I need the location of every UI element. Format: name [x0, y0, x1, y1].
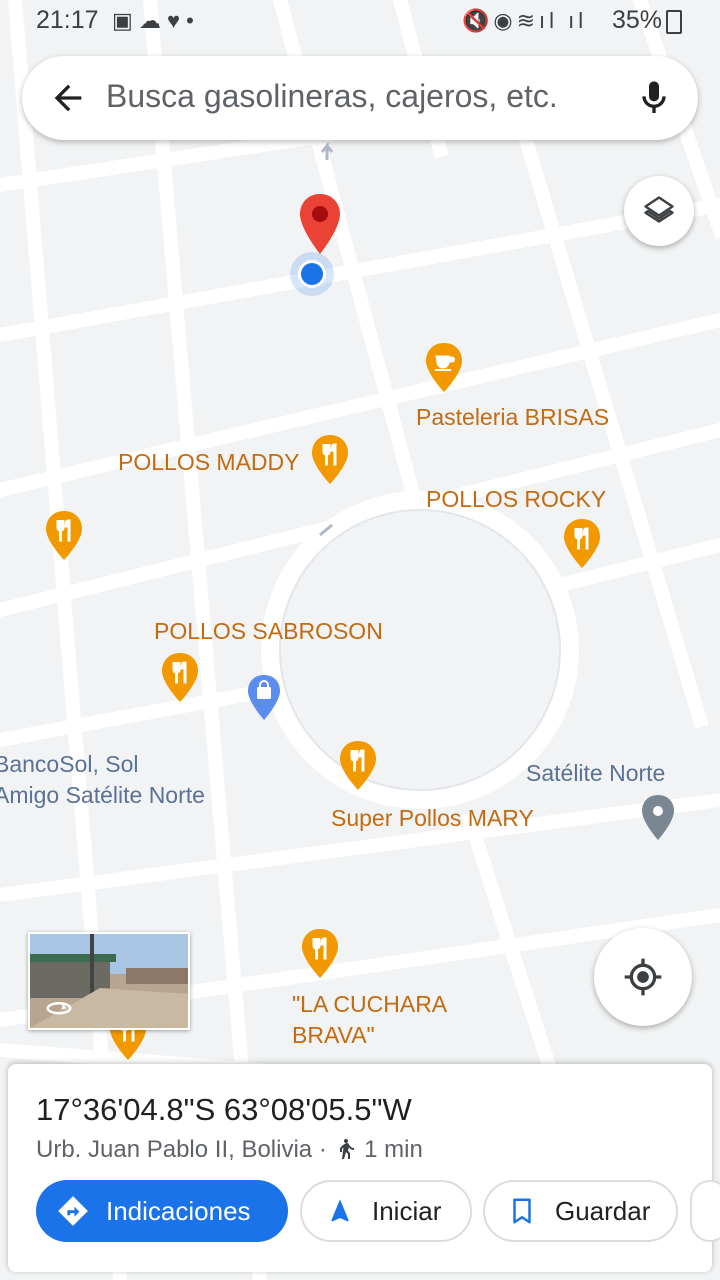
restaurant-icon[interactable] — [562, 518, 602, 570]
my-location-button[interactable] — [594, 928, 692, 1026]
restaurant-icon[interactable] — [160, 652, 200, 704]
place-label[interactable]: Satélite Norte — [526, 760, 665, 787]
poi-label[interactable]: BRAVA" — [292, 1022, 375, 1049]
search-input[interactable]: Busca gasolineras, cajeros, etc. — [106, 78, 558, 115]
dropped-pin-icon[interactable] — [296, 192, 344, 256]
current-location-dot — [290, 252, 334, 296]
navigation-arrow-icon — [331, 1199, 349, 1222]
crosshair-icon — [624, 958, 662, 996]
microphone-icon[interactable] — [634, 78, 674, 118]
restaurant-icon[interactable] — [310, 434, 350, 486]
separator-dot: · — [318, 1136, 334, 1163]
save-button[interactable]: Guardar — [483, 1180, 678, 1242]
restaurant-icon[interactable] — [338, 740, 378, 792]
back-arrow-icon[interactable] — [48, 78, 88, 118]
directions-button[interactable]: Indicaciones — [36, 1180, 288, 1242]
status-time: 21:17 — [36, 6, 99, 34]
directions-icon — [58, 1196, 88, 1226]
layers-button[interactable] — [624, 176, 694, 246]
poi-label[interactable]: POLLOS MADDY — [118, 449, 300, 476]
signal-icons: 🔇◉≋ıl ıl — [462, 8, 588, 33]
layers-icon — [644, 196, 674, 223]
restaurant-icon[interactable] — [44, 510, 84, 562]
more-actions-button[interactable] — [690, 1180, 720, 1242]
poi-label[interactable]: "LA CUCHARA — [292, 991, 447, 1018]
cafe-icon[interactable] — [424, 342, 464, 394]
bookmark-icon — [513, 1198, 531, 1224]
coordinates: 17°36'04.8"S 63°08'05.5"W — [36, 1092, 412, 1127]
shopping-bag-icon[interactable] — [246, 674, 282, 722]
start-label: Iniciar — [372, 1195, 442, 1226]
rotate-360-icon — [46, 1002, 72, 1015]
place-pin-icon[interactable] — [640, 794, 676, 842]
address: Urb. Juan Pablo II, Bolivia — [36, 1136, 313, 1163]
notification-icons: ▣ ☁ ♥ • — [112, 8, 194, 33]
directions-label: Indicaciones — [106, 1195, 251, 1226]
address-line: Urb. Juan Pablo II, Bolivia · 1 min — [36, 1136, 423, 1164]
battery-icon — [666, 10, 682, 34]
poi-label[interactable]: POLLOS ROCKY — [426, 486, 606, 513]
poi-label[interactable]: Super Pollos MARY — [331, 805, 534, 832]
street-view-thumbnail[interactable] — [28, 932, 190, 1030]
place-bottom-sheet[interactable]: 17°36'04.8"S 63°08'05.5"W Urb. Juan Pabl… — [8, 1064, 720, 1272]
poi-label[interactable]: POLLOS SABROSON — [154, 618, 383, 645]
search-bar[interactable]: Busca gasolineras, cajeros, etc. — [22, 56, 698, 140]
start-button[interactable]: Iniciar — [300, 1180, 472, 1242]
travel-time: 1 min — [364, 1136, 423, 1163]
place-label[interactable]: Amigo Satélite Norte — [0, 782, 205, 809]
save-label: Guardar — [555, 1195, 651, 1226]
place-label[interactable]: BancoSol, Sol — [0, 751, 138, 778]
status-bar: 21:17 ▣ ☁ ♥ • 🔇◉≋ıl ıl 35% — [0, 0, 720, 40]
walking-icon — [340, 1139, 355, 1159]
restaurant-icon[interactable] — [300, 928, 340, 980]
poi-label[interactable]: Pasteleria BRISAS — [416, 404, 609, 431]
battery-level: 35% — [611, 6, 662, 34]
